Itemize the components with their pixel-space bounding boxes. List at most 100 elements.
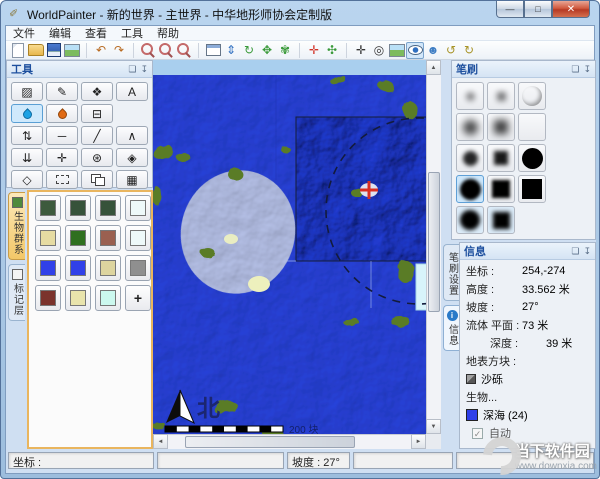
biome-swatch[interactable] [35,225,61,251]
pencil-tool[interactable]: ✎ [46,82,78,101]
biome-swatch[interactable] [65,285,91,311]
biome-swatch[interactable] [125,225,151,251]
biome-swatch[interactable] [95,285,121,311]
brush-soft-small-square[interactable] [487,82,515,110]
walking-distance-icon[interactable]: ☻ [424,42,442,59]
brush-hard-square[interactable] [518,175,546,203]
vertical-scrollbar[interactable]: ▲ ▼ [426,60,441,434]
biome-swatch[interactable] [65,255,91,281]
export-image-icon[interactable] [63,42,81,59]
tab-info[interactable]: i 信息 [443,305,460,351]
flood-fill-tool[interactable]: ❖ [81,82,113,101]
biome-swatch[interactable] [35,255,61,281]
rotate-brush-tool[interactable]: ◇ [11,170,43,189]
biome-swatch[interactable] [35,285,61,311]
biome-swatch[interactable] [125,255,151,281]
scroll-down-button[interactable]: ▼ [426,419,441,434]
biome-swatch[interactable] [95,195,121,221]
menu-view[interactable]: 查看 [78,25,114,41]
float-panel-icon[interactable]: ❏ [128,64,136,75]
float-panel-icon[interactable]: ❏ [571,246,579,257]
world-properties-icon[interactable] [204,42,222,59]
spray-points-tool[interactable]: ✛ [46,148,78,167]
pin-panel-icon[interactable]: ↧ [583,246,591,257]
lava-tool[interactable] [46,104,78,123]
brush-hard-circle[interactable] [518,144,546,172]
spray-texture-tool[interactable]: ▨ [11,82,43,101]
brush-fade-circle[interactable] [456,175,484,203]
copy-selection-tool[interactable] [81,170,113,189]
text-tool[interactable]: A [116,82,148,101]
close-button[interactable]: ✕ [552,1,590,18]
undo-icon[interactable]: ↶ [92,42,110,59]
view-distance-icon[interactable] [406,41,424,59]
goto-coordinates-icon[interactable]: ✛ [352,42,370,59]
move-world-icon[interactable]: ✥ [258,42,276,59]
contours-icon[interactable]: ◎ [370,42,388,59]
global-operations-tool[interactable]: ⊛ [81,148,113,167]
brush-fade-square[interactable] [487,175,515,203]
flatten-tool[interactable]: ─ [46,126,78,145]
smooth-tool[interactable]: ╱ [81,126,113,145]
rotate-world-icon[interactable]: ↻ [240,42,258,59]
pin-panel-icon[interactable]: ↧ [583,64,591,75]
info-row: 深度 :39 米 [490,338,573,350]
sponge-tool[interactable]: ⊟ [81,104,113,123]
raise-mountain-tool[interactable]: ∧ [116,126,148,145]
info-panel-title: 信息 [464,246,486,258]
status-empty-3 [455,452,595,469]
brush-custom-circle[interactable] [456,206,484,234]
zoom-fit-icon[interactable]: ✣ [323,42,341,59]
zoom-reset-icon[interactable] [157,42,175,59]
minimize-button[interactable]: — [496,1,524,18]
menu-tools[interactable]: 工具 [114,25,150,41]
open-file-icon[interactable] [27,42,45,59]
new-file-icon[interactable] [9,42,27,59]
brush-soft-circle[interactable] [456,113,484,141]
scroll-up-button[interactable]: ▲ [426,60,441,75]
client-area: 文件 编辑 查看 工具 帮助 ↶ ↷ ⇕ ↻ ✥ ✾ ✛ ✣ ✛ ◎ ☻ ↺ ↻ 工具 ❏ ↧ ▨ ✎ ❖ A ⊟ ⇅ ─ ╱… [5,25,596,474]
brush-medium-circle[interactable] [456,144,484,172]
float-panel-icon[interactable]: ❏ [571,64,579,75]
rotate-light-right-icon[interactable]: ↻ [460,42,478,59]
tab-annotations[interactable]: 标记层 [8,264,25,321]
lower-terrain-tool[interactable]: ⇊ [11,148,43,167]
shift-world-icon[interactable]: ⇕ [222,42,240,59]
brush-medium-square[interactable] [487,144,515,172]
brush-soft-square[interactable] [487,113,515,141]
biome-swatch[interactable] [65,195,91,221]
goto-spawn-icon[interactable]: ✛ [305,42,323,59]
spawn-point-icon[interactable]: ✾ [276,42,294,59]
save-icon[interactable] [45,42,63,59]
zoom-out-icon[interactable] [139,42,157,59]
map-viewport[interactable]: 北 200 块 ▲ ▼ ◄ ► [153,60,441,449]
menu-edit[interactable]: 编辑 [42,25,78,41]
biome-swatch[interactable] [95,225,121,251]
brush-rock[interactable] [518,82,546,110]
tab-brush-settings[interactable]: 笔刷设置 [443,244,460,301]
biome-swatch[interactable] [95,255,121,281]
brush-custom-square[interactable] [487,206,515,234]
biome-swatch[interactable] [35,195,61,221]
menu-file[interactable]: 文件 [6,25,42,41]
brush-soft-small-circle[interactable] [456,82,484,110]
overlay-image-icon[interactable] [388,42,406,59]
pin-panel-icon[interactable]: ↧ [140,64,148,75]
rotate-light-left-icon[interactable]: ↺ [442,42,460,59]
fill-pattern-tool[interactable]: ▦ [116,170,148,189]
add-swatch-button[interactable]: + [125,285,151,311]
menu-help[interactable]: 帮助 [150,25,186,41]
brush-spray[interactable] [518,113,546,141]
auto-checkbox[interactable]: ✓ [472,427,483,439]
biome-swatch[interactable] [65,225,91,251]
raise-lower-tool[interactable]: ⇅ [11,126,43,145]
water-tool[interactable] [11,104,43,123]
redo-icon[interactable]: ↷ [110,42,128,59]
flip-tool[interactable]: ◈ [116,148,148,167]
biome-swatch[interactable] [125,195,151,221]
zoom-in-icon[interactable] [175,42,193,59]
maximize-button[interactable]: □ [524,1,552,18]
vertical-scroll-thumb[interactable] [428,172,440,312]
tab-biomes[interactable]: 生物群系 [8,192,25,260]
select-area-tool[interactable] [46,170,78,189]
